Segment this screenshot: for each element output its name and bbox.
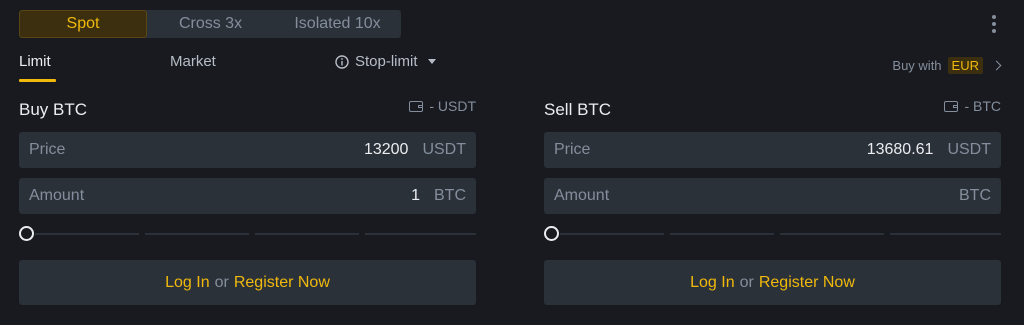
login-link[interactable]: Log In [165,274,209,292]
sell-balance: - BTC [944,98,1001,114]
wallet-icon [944,100,959,112]
or-text: or [739,273,754,291]
buy-amount-input[interactable]: Amount 1 BTC [19,178,476,214]
wallet-icon [409,100,424,112]
amount-label: Amount [554,187,610,204]
slider-track [35,233,476,235]
sell-balance-value: - BTC [964,98,1001,114]
price-unit: USDT [422,141,466,158]
sell-login-button[interactable]: Log In or Register Now [544,260,1001,305]
price-label: Price [554,141,591,158]
price-value: 13680.61 [866,141,934,158]
sell-price-input[interactable]: Price 13680.61 USDT [544,132,1001,168]
buy-title: Buy BTC [19,100,88,119]
slider-track [560,233,1001,235]
sell-amount-slider[interactable] [544,226,1001,242]
price-value: 13200 [363,141,409,158]
register-link[interactable]: Register Now [234,274,330,292]
sell-panel: Sell BTC - BTC Price 13680.61 USDT Amoun… [544,0,1001,325]
price-unit: USDT [947,141,991,158]
slider-handle[interactable] [544,226,559,241]
slider-tick [249,230,255,238]
amount-unit: BTC [959,187,991,204]
buy-amount-slider[interactable] [19,226,476,242]
slider-tick [139,230,145,238]
slider-tick [774,230,780,238]
or-text: or [214,273,229,291]
slider-handle[interactable] [19,226,34,241]
amount-unit: BTC [434,187,466,204]
buy-balance-value: - USDT [429,98,476,114]
slider-tick [664,230,670,238]
buy-login-button[interactable]: Log In or Register Now [19,260,476,305]
amount-label: Amount [29,187,85,204]
buy-panel: Buy BTC - USDT Price 13200 USDT Amount 1… [19,0,476,325]
register-link[interactable]: Register Now [759,274,855,292]
login-link[interactable]: Log In [690,274,734,292]
price-label: Price [29,141,66,158]
slider-tick [884,230,890,238]
slider-tick [359,230,365,238]
buy-price-input[interactable]: Price 13200 USDT [19,132,476,168]
sell-amount-input[interactable]: Amount BTC [544,178,1001,214]
amount-value: 1 [411,187,420,204]
sell-title: Sell BTC [544,100,612,119]
buy-balance: - USDT [409,98,476,114]
